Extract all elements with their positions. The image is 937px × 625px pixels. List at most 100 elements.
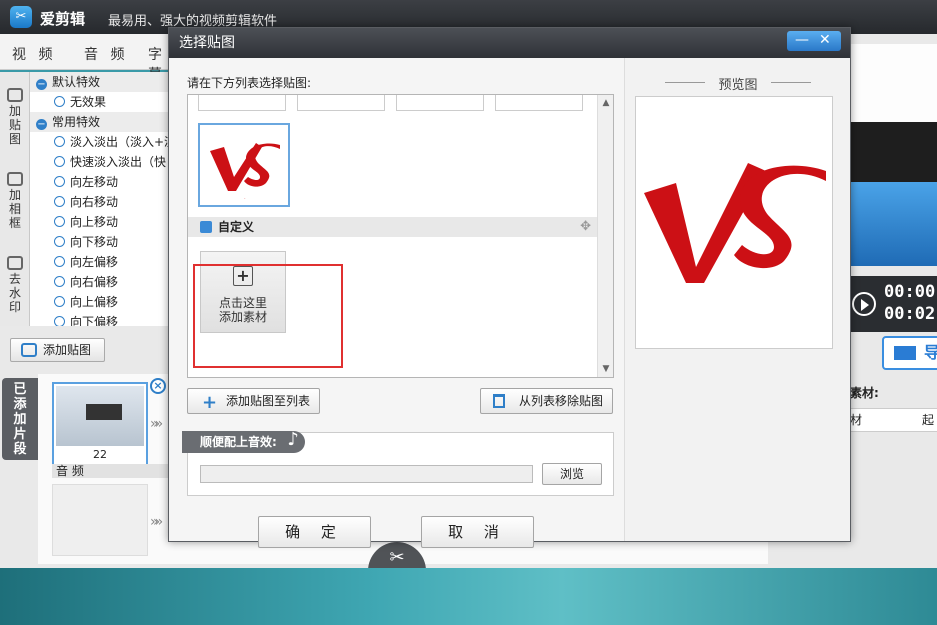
sound-effect-tag: 顺便配上音效: ♪: [182, 429, 305, 453]
effect-label: 向左移动: [70, 175, 119, 189]
watermark-icon: [7, 256, 23, 270]
vtab-label: 加贴图: [8, 104, 21, 146]
app-logo-icon: ✂: [10, 6, 32, 28]
added-clips-label: 已添加片段: [2, 378, 38, 460]
vertical-tabs: 加贴图 加相框 去水印: [0, 72, 30, 326]
highlight-box: [193, 264, 343, 368]
list-scrollbar[interactable]: ▲ ▼: [597, 95, 613, 377]
minimize-icon[interactable]: —: [795, 31, 809, 49]
effect-item[interactable]: 向下偏移: [30, 312, 170, 326]
clip-number: 22: [93, 448, 107, 461]
preview-screen: [850, 44, 937, 266]
sticker-icon: [7, 88, 23, 102]
radio-icon: [54, 176, 65, 187]
clips-label-text: 已添加片段: [13, 382, 27, 457]
clip-remove-button[interactable]: ×: [150, 378, 166, 394]
effect-item[interactable]: 向右偏移: [30, 272, 170, 292]
add-sticker-to-list-button[interactable]: + 添加贴图至列表: [187, 388, 320, 414]
effect-item[interactable]: 向左移动: [30, 172, 170, 192]
vs-preview-icon: [644, 163, 826, 283]
music-note-icon: ♪: [287, 429, 299, 450]
sticker-slot[interactable]: [297, 95, 385, 111]
cancel-button[interactable]: 取 消: [421, 516, 534, 548]
clip-preview-image: [56, 386, 144, 446]
sticker-slot[interactable]: [198, 95, 286, 111]
add-sticker-label: 添加贴图: [43, 343, 92, 357]
dialog-body: 请在下方列表选择贴图: VS 自定义 ✥ + 点击这里 添加素材 ▲ ▼ + 添…: [169, 58, 850, 548]
effect-item[interactable]: 向左偏移: [30, 252, 170, 272]
add-to-list-label: 添加贴图至列表: [226, 394, 311, 408]
sticker-vs[interactable]: VS: [198, 123, 290, 207]
collapse-icon: −: [36, 79, 47, 90]
tab-video[interactable]: 视 频: [12, 44, 56, 64]
effect-item[interactable]: 向上偏移: [30, 292, 170, 312]
material-columns: 材 起: [850, 408, 937, 432]
radio-icon: [54, 276, 65, 287]
effect-label: 向右移动: [70, 195, 119, 209]
radio-icon: [54, 96, 65, 107]
add-sticker-button[interactable]: 添加贴图: [10, 338, 105, 362]
vtab-add-sticker[interactable]: 加贴图: [2, 88, 28, 146]
custom-section-header: 自定义 ✥: [188, 217, 597, 237]
transition-arrows-icon: »»: [150, 514, 163, 530]
add-sticker-icon: [21, 343, 37, 357]
sticker-slot[interactable]: [495, 95, 583, 111]
browse-button[interactable]: 浏览: [542, 463, 602, 485]
close-icon[interactable]: ✕: [819, 31, 831, 49]
preview-image-box: [635, 96, 833, 349]
remove-from-list-label: 从列表移除贴图: [519, 394, 604, 408]
column-header: 材: [850, 413, 863, 427]
app-name: 爱剪辑: [40, 10, 86, 28]
column-header: 起: [922, 413, 935, 427]
effect-group-common[interactable]: − 常用特效: [30, 112, 170, 132]
effect-label: 无效果: [70, 95, 107, 109]
preview-title: 预览图: [625, 74, 851, 93]
remove-sticker-from-list-button[interactable]: 从列表移除贴图: [480, 388, 613, 414]
effect-label: 向右偏移: [70, 275, 119, 289]
radio-icon: [54, 216, 65, 227]
radio-icon: [54, 316, 65, 326]
export-button[interactable]: 导: [882, 336, 937, 370]
preview-screen-strip: [850, 182, 937, 266]
effect-item[interactable]: 淡入淡出（淡入+淡: [30, 132, 170, 152]
tab-audio[interactable]: 音 频: [84, 44, 128, 64]
list-instruction: 请在下方列表选择贴图:: [187, 76, 312, 90]
clip-preview-dark-region: [86, 404, 122, 420]
effect-label: 向下偏移: [70, 315, 119, 326]
vtab-remove-watermark[interactable]: 去水印: [2, 256, 28, 314]
export-icon: [894, 346, 916, 360]
clip-thumbnail[interactable]: 22 ×: [52, 378, 166, 466]
ok-button[interactable]: 确 定: [258, 516, 371, 548]
effect-label: 向左偏移: [70, 255, 119, 269]
effect-group-default[interactable]: − 默认特效: [30, 72, 170, 92]
sound-file-path-field[interactable]: [200, 465, 533, 483]
move-icon[interactable]: ✥: [580, 217, 591, 237]
scroll-down-icon[interactable]: ▼: [598, 361, 613, 377]
radio-icon: [54, 156, 65, 167]
transition-arrows-icon: »»: [150, 416, 163, 432]
time-current: 00:00: [884, 282, 936, 302]
select-sticker-dialog: 选择贴图 — ✕ 请在下方列表选择贴图: VS 自定义 ✥ + 点击这里 添加素…: [168, 27, 851, 548]
right-panel: 00:00 00:02 导 素材: 材 起: [850, 34, 937, 568]
vtab-add-frame[interactable]: 加相框: [2, 172, 28, 230]
play-button[interactable]: [852, 292, 876, 316]
effect-label: 向上移动: [70, 215, 119, 229]
dialog-titlebar: 选择贴图 — ✕: [169, 28, 850, 58]
effect-item[interactable]: 向上移动: [30, 212, 170, 232]
effect-item[interactable]: 向下移动: [30, 232, 170, 252]
effect-item[interactable]: 无效果: [30, 92, 170, 112]
scroll-up-icon[interactable]: ▲: [598, 95, 613, 111]
main-tabs: 视 频 音 频 字幕: [0, 34, 170, 83]
sticker-slot[interactable]: [396, 95, 484, 111]
vs-sticker-text: VS: [244, 198, 246, 200]
effect-item[interactable]: 快速淡入淡出（快: [30, 152, 170, 172]
empty-slot[interactable]: [52, 484, 148, 556]
effect-group-label: 默认特效: [52, 75, 101, 89]
preview-screen-player: [850, 122, 937, 182]
vtab-label: 去水印: [8, 272, 21, 314]
preview-panel: 预览图: [624, 58, 850, 541]
effects-list: − 默认特效 无效果 − 常用特效 淡入淡出（淡入+淡 快速淡入淡出（快 向左移动 …: [30, 72, 170, 326]
effect-label: 向下移动: [70, 235, 119, 249]
effect-item[interactable]: 向右移动: [30, 192, 170, 212]
effect-group-label: 常用特效: [52, 115, 101, 129]
